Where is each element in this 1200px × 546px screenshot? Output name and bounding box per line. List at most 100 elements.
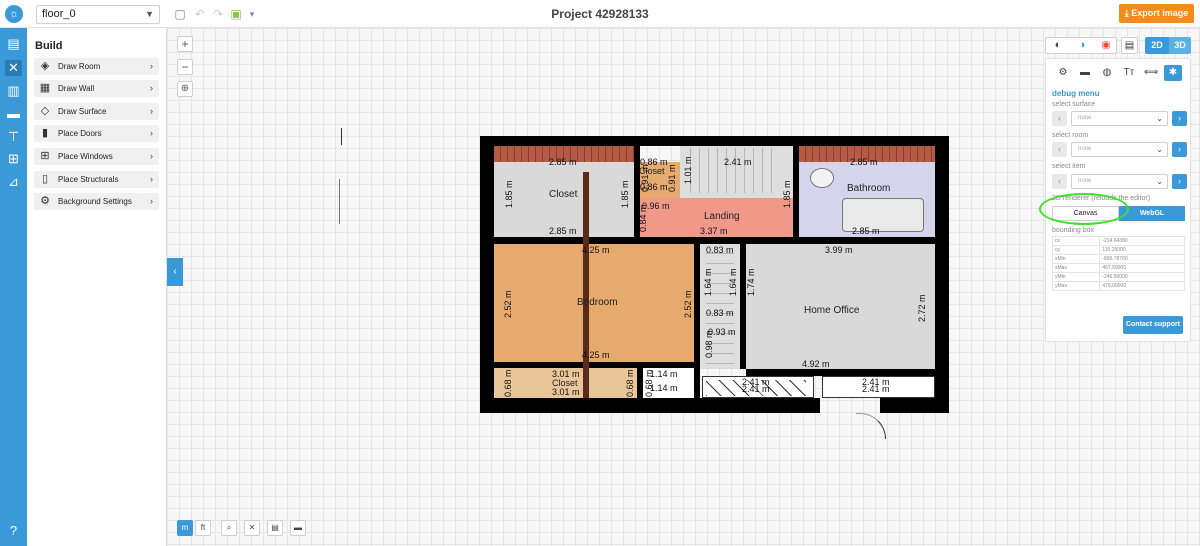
wall-bedroom-bottom[interactable] xyxy=(494,362,694,368)
chart-icon[interactable]: ⊿ xyxy=(5,174,22,190)
dimension-label: 1.01 m xyxy=(683,156,693,184)
debug-icon[interactable]: ✱ xyxy=(1164,65,1182,81)
chevron-down-icon: ⌄ xyxy=(1156,145,1163,154)
bbox-value: -214.64380 xyxy=(1099,236,1185,246)
contact-support-button[interactable]: Contact support xyxy=(1123,316,1183,334)
toilet-icon[interactable] xyxy=(810,168,834,188)
wall-bottom[interactable] xyxy=(480,398,820,413)
next-surface-button[interactable]: › xyxy=(1172,111,1187,126)
renderer-webgl-button[interactable]: WebGL xyxy=(1119,206,1185,221)
door-icon: ▮ xyxy=(41,127,49,139)
lightbulb-icon[interactable]: ◍ xyxy=(1098,65,1116,81)
gear-icon[interactable]: ⚙ xyxy=(1054,65,1072,81)
window-icon: ⊞ xyxy=(40,150,50,162)
wall-top[interactable] xyxy=(480,136,949,146)
room-label: Bathroom xyxy=(847,183,891,194)
view-2d-button[interactable]: 2D xyxy=(1145,37,1169,54)
save-status-icon[interactable]: ▣ xyxy=(229,6,243,22)
previous-room-button[interactable]: ‹ xyxy=(1052,142,1067,157)
dimension-label: 0.91 m xyxy=(667,164,677,192)
grid-icon[interactable]: ⊞ xyxy=(5,151,22,167)
recenter-icon[interactable]: ⊕ xyxy=(177,81,193,97)
wall-stair-right[interactable] xyxy=(740,244,746,369)
wall-bottom-right[interactable] xyxy=(880,398,949,413)
renderer-canvas-button[interactable]: Canvas xyxy=(1052,206,1119,221)
build-item-label: Draw Wall xyxy=(58,84,95,93)
select-surface-dropdown[interactable]: none ⌄ xyxy=(1071,111,1168,126)
floor-plan[interactable]: Closet Closet Landing Bathroom Bedroom H… xyxy=(480,136,949,439)
color-icon[interactable]: ◑ xyxy=(1070,38,1094,53)
next-item-button[interactable]: › xyxy=(1172,174,1187,189)
left-rail: ▤ ✕ ▥ ▬ ⊤ ⊞ ⊿ ? xyxy=(0,28,27,546)
wall-icon: ▦ xyxy=(39,82,51,94)
wall-closet-bottom-divider[interactable] xyxy=(637,368,643,398)
export-image-button[interactable]: ⤓ Export image xyxy=(1119,4,1194,23)
dimension-label: 0.91 m xyxy=(640,164,650,192)
select-room-dropdown[interactable]: none ⌄ xyxy=(1071,142,1168,157)
unit-meters-button[interactable]: m xyxy=(177,520,193,536)
wall-bedroom-right[interactable] xyxy=(694,244,700,404)
contrast-icon[interactable]: ◐ xyxy=(1046,38,1070,53)
structural-beam[interactable] xyxy=(583,172,589,398)
build-item-draw-wall[interactable]: ▦ Draw Wall › xyxy=(34,80,159,97)
build-item-draw-surface[interactable]: ◇ Draw Surface › xyxy=(34,103,159,120)
select-item-dropdown[interactable]: none ⌄ xyxy=(1071,174,1168,189)
guide-line xyxy=(339,179,340,224)
view-3d-button[interactable]: 3D xyxy=(1169,37,1191,54)
dimension-label: 1.85 m xyxy=(620,180,630,208)
dimension-label: 2.41 m xyxy=(724,157,752,167)
zoom-in-button[interactable]: + xyxy=(177,36,193,52)
build-tools-icon[interactable]: ✕ xyxy=(5,60,22,76)
dimension-label: 3.37 m xyxy=(700,226,728,236)
dimension-label: 1.85 m xyxy=(782,180,792,208)
dimension-label: 1.74 m xyxy=(746,268,756,296)
previous-item-button[interactable]: ‹ xyxy=(1052,174,1067,189)
help-icon[interactable]: ? xyxy=(5,523,22,539)
zoom-out-button[interactable]: − xyxy=(177,59,193,75)
dimension-label: 2.85 m xyxy=(549,226,577,236)
paint-icon[interactable]: ⊤ xyxy=(5,129,22,145)
wall-mid-horizontal[interactable] xyxy=(480,237,949,244)
layers-icon[interactable]: ▤ xyxy=(1121,37,1138,54)
new-file-icon[interactable]: ▢ xyxy=(173,6,187,22)
build-item-place-doors[interactable]: ▮ Place Doors › xyxy=(34,125,159,142)
dimension-label: 2.85 m xyxy=(852,226,880,236)
book-icon[interactable]: ▥ xyxy=(5,83,22,99)
furniture-icon[interactable]: ▬ xyxy=(5,106,22,122)
display-mode-toggle: ◐ ◑ ◉ xyxy=(1045,37,1117,54)
undo-icon[interactable]: ↶ xyxy=(193,6,207,22)
wall-right[interactable] xyxy=(935,136,949,413)
room-label: Closet xyxy=(549,189,578,200)
build-item-place-structurals[interactable]: ▯ Place Structurals › xyxy=(34,171,159,188)
tools-icon[interactable]: ✕ xyxy=(244,520,260,536)
app-logo[interactable]: ☼ xyxy=(5,5,23,23)
collapse-panel-button[interactable]: ‹ xyxy=(167,258,183,286)
unit-feet-button[interactable]: ft xyxy=(195,520,211,536)
build-item-draw-room[interactable]: ◈ Draw Room › xyxy=(34,58,159,75)
dimension-label: 3.99 m xyxy=(825,245,853,255)
search-icon[interactable]: ⌕ xyxy=(221,520,237,536)
debug-menu-title: debug menu xyxy=(1052,89,1100,98)
furniture-icon[interactable]: ▬ xyxy=(1076,65,1094,81)
column-icon: ▯ xyxy=(41,173,49,185)
next-room-button[interactable]: › xyxy=(1172,142,1187,157)
floorplan-icon[interactable]: ▤ xyxy=(5,36,22,52)
room-label: Landing xyxy=(704,211,740,222)
dimension-label: 0.84 m xyxy=(638,204,648,232)
bbox-key: yMax xyxy=(1051,281,1101,291)
wall-office-bottom[interactable] xyxy=(746,369,935,376)
bbox-value: 116.25000 xyxy=(1099,245,1185,255)
text-icon[interactable]: Tт xyxy=(1120,65,1138,81)
build-item-place-windows[interactable]: ⊞ Place Windows › xyxy=(34,148,159,165)
furniture-icon[interactable]: ▬ xyxy=(290,520,306,536)
redo-icon[interactable]: ↷ xyxy=(211,6,225,22)
build-item-background-settings[interactable]: ⚙ Background Settings › xyxy=(34,193,159,210)
previous-surface-button[interactable]: ‹ xyxy=(1052,111,1067,126)
measure-icon[interactable]: ⟺ xyxy=(1142,65,1160,81)
palette-icon[interactable]: ◉ xyxy=(1094,38,1118,53)
bbox-key: xMin xyxy=(1051,254,1101,264)
floor-select[interactable]: floor_0 ▼ xyxy=(36,5,160,24)
chevron-down-icon[interactable]: ▾ xyxy=(245,6,259,22)
comment-icon[interactable]: ▤ xyxy=(267,520,283,536)
wall-left[interactable] xyxy=(480,136,494,413)
